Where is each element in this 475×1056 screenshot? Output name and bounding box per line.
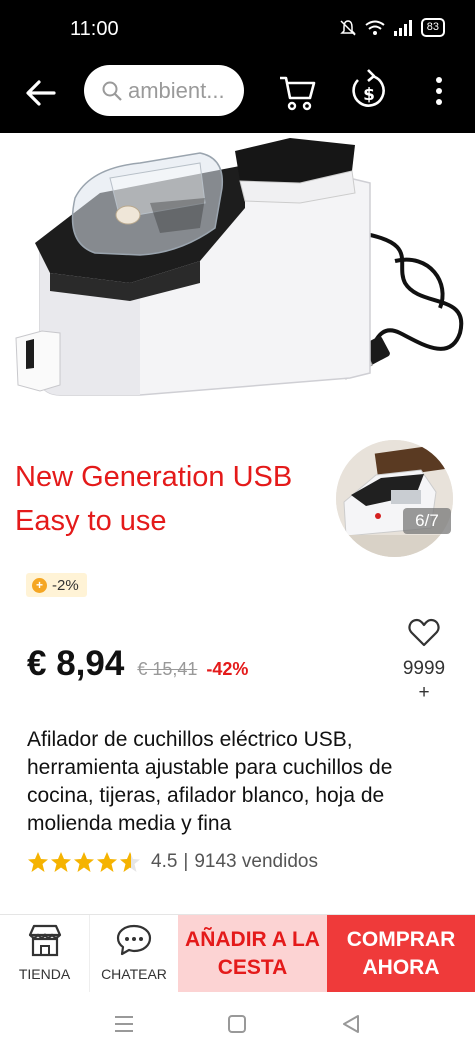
original-price: € 15,41	[137, 659, 198, 679]
thumbnail-image	[336, 440, 453, 557]
search-placeholder: ambient...	[128, 77, 225, 103]
chat-icon	[116, 924, 152, 956]
image-counter: 6/7	[403, 508, 451, 534]
store-icon	[28, 924, 61, 957]
back-arrow-icon[interactable]	[24, 76, 58, 110]
sold-count: 9143 vendidos	[194, 851, 318, 872]
gallery-thumbnail[interactable]	[336, 440, 453, 557]
buy-now-button[interactable]: COMPRAR AHORA	[327, 915, 475, 992]
top-app-bar: ambient... $	[0, 58, 475, 133]
star-icon	[51, 852, 71, 872]
bottom-action-bar: TIENDA CHATEAR AÑADIR A LA CESTA COMPRAR…	[0, 914, 475, 992]
chat-button[interactable]: CHATEAR	[90, 915, 178, 992]
coin-icon: +	[32, 577, 47, 593]
promo-line-1: New Generation USB	[15, 461, 293, 493]
half-star-icon	[120, 852, 140, 872]
wishlist-button[interactable]: 9999 +	[395, 618, 453, 705]
rating-row[interactable]: 4.5 | 9143 vendidos	[27, 851, 318, 873]
rating-value: 4.5	[151, 851, 178, 872]
home-icon[interactable]	[226, 1013, 248, 1035]
discount-percent: -42%	[206, 659, 249, 679]
search-icon	[102, 81, 122, 101]
product-title: Afilador de cuchillos eléctrico USB, her…	[27, 728, 393, 835]
buy-now-label: COMPRAR AHORA	[346, 927, 456, 979]
signal-icon	[393, 19, 412, 36]
price-tracker-icon[interactable]: $	[350, 68, 388, 114]
coins-discount-text: -2%	[52, 576, 79, 594]
promo-text: New Generation USB Easy to use	[15, 455, 292, 543]
status-time: 11:00	[70, 18, 119, 40]
more-options-icon[interactable]	[427, 74, 451, 110]
mute-icon	[339, 19, 356, 36]
status-bar: 11:00 83	[0, 0, 475, 58]
battery-indicator: 83	[420, 18, 445, 37]
price-row: € 8,94 € 15,41 -42%	[27, 644, 248, 684]
star-icon	[28, 852, 48, 872]
system-nav-bar	[0, 992, 475, 1056]
add-to-cart-button[interactable]: AÑADIR A LA CESTA	[178, 915, 327, 992]
coins-discount-badge[interactable]: + -2%	[26, 573, 87, 597]
add-to-cart-label: AÑADIR A LA CESTA	[185, 927, 320, 979]
star-icon	[74, 852, 94, 872]
cart-icon[interactable]	[278, 72, 318, 112]
wishlist-count: 9999 +	[395, 657, 453, 705]
wishlist-count-text: 9999 +	[402, 658, 446, 703]
store-label: TIENDA	[18, 966, 71, 982]
wifi-icon	[365, 20, 385, 35]
promo-line-2: Easy to use	[15, 505, 167, 537]
status-icons: 83	[339, 18, 445, 37]
heart-icon	[408, 618, 440, 647]
star-icon	[97, 852, 117, 872]
rating-stars	[27, 851, 141, 873]
chat-label: CHATEAR	[101, 966, 167, 982]
svg-text:$: $	[363, 85, 375, 105]
current-price: € 8,94	[27, 644, 125, 683]
rating-separator: |	[183, 851, 189, 872]
store-button[interactable]: TIENDA	[0, 915, 90, 992]
product-image[interactable]	[0, 133, 475, 433]
menu-icon[interactable]	[113, 1014, 135, 1034]
search-input[interactable]: ambient...	[84, 65, 244, 116]
back-nav-icon[interactable]	[340, 1013, 362, 1035]
